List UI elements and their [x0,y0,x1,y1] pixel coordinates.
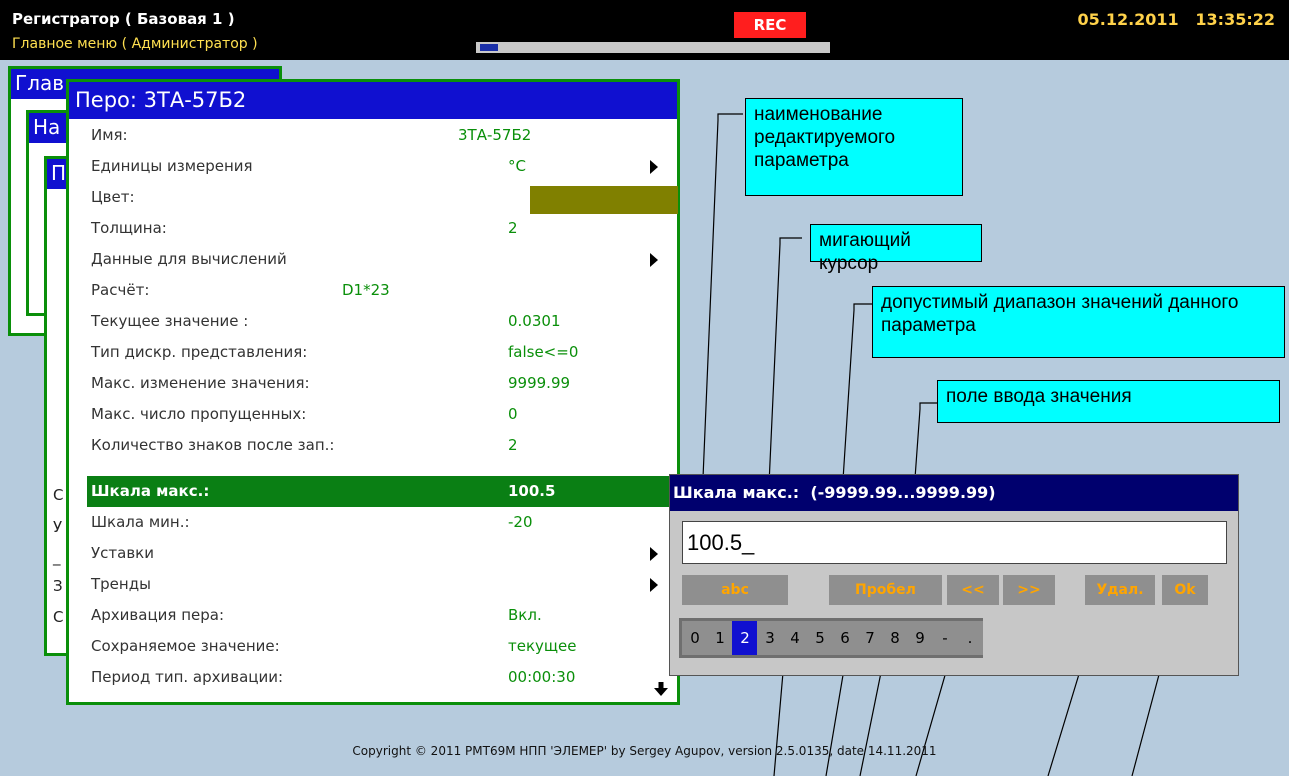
ok-button[interactable]: Ok [1162,575,1208,605]
cursor-right-button[interactable]: >> [1003,575,1055,605]
value-input-field[interactable]: 100.5_ [682,521,1227,564]
minus-key[interactable]: - [932,621,958,655]
digit-key-8[interactable]: 8 [882,621,908,655]
digit-key-7[interactable]: 7 [857,621,883,655]
digit-key-0[interactable]: 0 [682,621,708,655]
callout-param-name: наименование редактируемого параметра [745,98,963,196]
edit-dialog-title: Шкала макс.: (-9999.99...9999.99) [670,475,1238,511]
delete-button[interactable]: Удал. [1085,575,1155,605]
callout-input-field: поле ввода значения [937,380,1280,423]
cursor-left-button[interactable]: << [947,575,999,605]
copyright-footer: Copyright © 2011 РМТ69М НПП 'ЭЛЕМЕР' by … [352,744,937,758]
digit-key-1[interactable]: 1 [707,621,733,655]
digit-key-6[interactable]: 6 [832,621,858,655]
space-button[interactable]: Пробел [829,575,942,605]
abc-button[interactable]: abc [682,575,788,605]
digit-key-9[interactable]: 9 [907,621,933,655]
callout-range: допустимый диапазон значений данного пар… [872,286,1285,358]
digit-key-5[interactable]: 5 [807,621,833,655]
digit-key-4[interactable]: 4 [782,621,808,655]
value-edit-dialog: Шкала макс.: (-9999.99...9999.99) 100.5_… [669,474,1239,676]
digit-key-2[interactable]: 2 [732,621,758,655]
callout-cursor: мигающий курсор [810,224,982,274]
decimal-point-key[interactable]: . [957,621,983,655]
digit-key-3[interactable]: 3 [757,621,783,655]
